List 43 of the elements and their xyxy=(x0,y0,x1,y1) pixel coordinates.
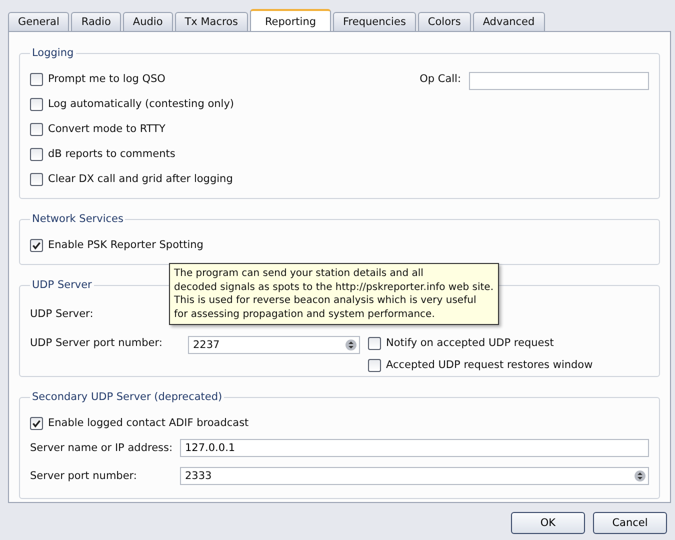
spin-field[interactable]: 2333 xyxy=(180,467,649,485)
group-title: Network Services xyxy=(31,212,124,226)
checkbox[interactable] xyxy=(368,358,381,372)
dialog-button[interactable]: Cancel xyxy=(593,512,667,534)
checkbox-label: Accepted UDP request restores window xyxy=(386,358,593,372)
spinner-icon[interactable] xyxy=(634,470,646,482)
group-title: UDP Server xyxy=(31,278,93,292)
checkbox-label: Notify on accepted UDP request xyxy=(386,336,554,350)
tab[interactable]: General xyxy=(8,12,70,31)
tab[interactable]: Audio xyxy=(122,12,173,31)
checkbox-label: dB reports to comments xyxy=(48,147,176,161)
tab[interactable]: Radio xyxy=(71,12,121,31)
checkbox[interactable] xyxy=(30,98,43,110)
checkbox-label: Prompt me to log QSO xyxy=(48,72,166,86)
checkbox-label: Log automatically (contesting only) xyxy=(48,97,234,111)
checkbox-label: Convert mode to RTTY xyxy=(48,122,166,136)
tab[interactable]: Advanced xyxy=(472,12,545,31)
tab[interactable]: Colors xyxy=(418,12,471,31)
input-field[interactable] xyxy=(469,72,649,90)
spin-field[interactable]: 2237 xyxy=(188,336,360,354)
checkbox[interactable] xyxy=(30,148,43,160)
dialog-button[interactable]: OK xyxy=(511,512,585,534)
field-label: Server name or IP address: xyxy=(30,441,174,455)
group-title: Secondary UDP Server (deprecated) xyxy=(31,390,224,404)
field-label: UDP Server port number: xyxy=(30,336,164,350)
field-label: Server port number: xyxy=(30,469,138,483)
checkbox[interactable] xyxy=(30,72,43,86)
checkbox[interactable] xyxy=(30,416,43,430)
checkbox-label: Clear DX call and grid after logging xyxy=(48,172,233,186)
tab[interactable]: Tx Macros xyxy=(174,12,248,31)
tooltip: The program can send your station details and all decoded signals as spots to the http://pskreporter.info web site. This is used for reverse beacon analysis which is very useful for assessing propagation and system performance. xyxy=(169,263,499,325)
group-title: Logging xyxy=(31,46,75,60)
checkbox[interactable] xyxy=(30,122,43,136)
spinner-icon[interactable] xyxy=(345,339,357,351)
checkbox[interactable] xyxy=(30,172,43,186)
tab[interactable]: Frequencies xyxy=(333,12,416,31)
checkbox[interactable] xyxy=(30,238,43,252)
checkbox-label: Enable logged contact ADIF broadcast xyxy=(48,416,249,430)
checkbox[interactable] xyxy=(368,336,381,350)
field-label: Op Call: xyxy=(420,72,461,86)
input-field[interactable]: 127.0.0.1 xyxy=(180,439,649,457)
tab[interactable]: Reporting xyxy=(250,9,332,32)
checkbox-label: Enable PSK Reporter Spotting xyxy=(48,238,204,252)
